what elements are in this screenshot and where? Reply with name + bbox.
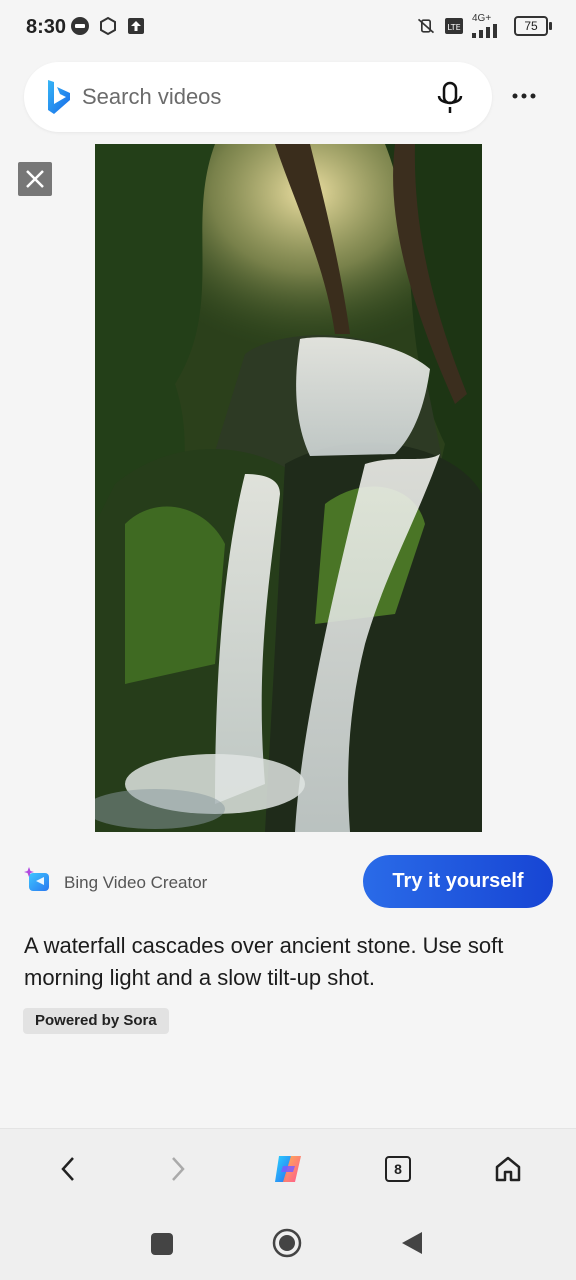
close-button[interactable] [18, 162, 52, 196]
battery-indicator: 75 [514, 16, 552, 36]
video-description: A waterfall cascades over ancient stone.… [24, 933, 504, 990]
notification-icon [100, 16, 116, 36]
back-button[interactable] [50, 1151, 86, 1187]
upload-icon [128, 18, 144, 34]
copilot-icon [275, 1156, 301, 1182]
status-right-icons: LTE 4G+ 75 [416, 14, 552, 38]
forward-button[interactable] [160, 1151, 196, 1187]
try-it-yourself-button[interactable]: Try it yourself [363, 855, 553, 908]
chevron-left-icon [61, 1157, 74, 1181]
status-time: 8:30 [26, 16, 67, 38]
tabs-button[interactable]: 8 [380, 1151, 416, 1187]
bottom-navigation: 8 [0, 1128, 576, 1211]
home-button[interactable] [490, 1151, 526, 1187]
more-options-icon[interactable] [511, 86, 537, 106]
signal-group: 4G+ [472, 14, 506, 38]
search-input[interactable]: Search videos [82, 84, 221, 110]
signal-4g-icon [472, 24, 497, 38]
home-circle-icon[interactable] [272, 1228, 302, 1258]
home-icon [495, 1156, 521, 1182]
recent-apps-icon[interactable] [150, 1232, 174, 1256]
tabs-count-icon: 8 [385, 1156, 411, 1182]
volte-icon: LTE [445, 18, 463, 34]
network-label: 4G+ [472, 13, 492, 24]
video-player[interactable] [95, 144, 482, 832]
line-app-icon [71, 17, 89, 35]
waterfall-video-frame [95, 144, 482, 832]
video-creator-icon [24, 867, 49, 891]
status-left-icons [70, 16, 146, 36]
microphone-icon[interactable] [436, 81, 464, 115]
svg-text:LTE: LTE [447, 23, 460, 32]
system-back-icon[interactable] [400, 1230, 424, 1256]
vibrate-off-icon [417, 18, 435, 34]
search-bar[interactable]: Search videos [24, 62, 492, 132]
copilot-button[interactable] [270, 1151, 306, 1187]
powered-by-badge: Powered by Sora [23, 1008, 169, 1034]
creator-label: Bing Video Creator [64, 873, 208, 892]
status-bar: 8:30 LTE 4G+ 75 [0, 0, 576, 56]
close-icon [26, 170, 44, 188]
system-navigation [0, 1210, 576, 1280]
chevron-right-icon [172, 1157, 185, 1181]
bing-logo-icon [48, 80, 70, 114]
creator-row: Bing Video Creator Try it yourself [24, 855, 554, 910]
